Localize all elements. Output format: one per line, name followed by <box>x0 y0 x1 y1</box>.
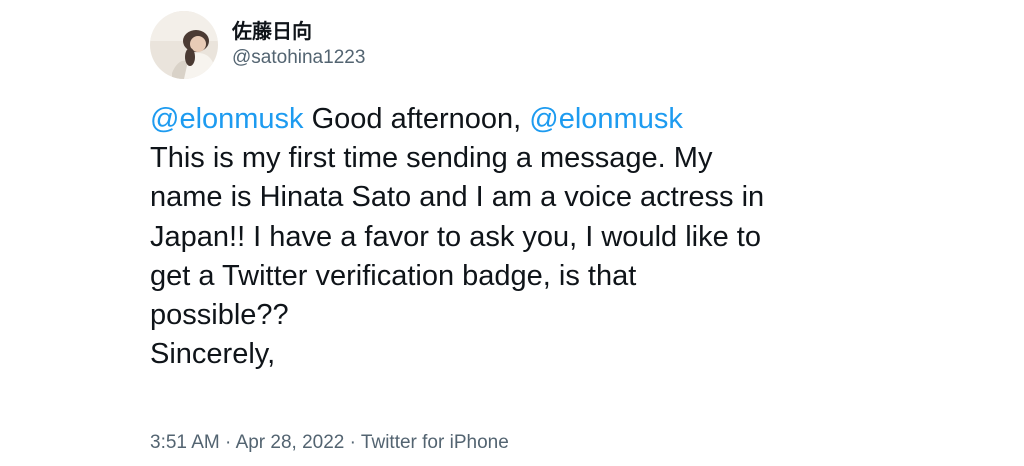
tweet-line: Japan!! I have a favor to ask you, I wou… <box>150 220 761 253</box>
tweet-line: This is my first time sending a message.… <box>150 142 713 175</box>
mention-link[interactable]: @elonmusk <box>150 103 304 135</box>
meta-separator: · <box>219 432 236 453</box>
avatar[interactable] <box>150 11 218 79</box>
tweet-line: get a Twitter verification badge, is tha… <box>150 259 637 292</box>
display-name[interactable]: 佐藤日向 <box>232 19 365 45</box>
tweet-line: possible?? <box>150 299 289 332</box>
author-names: 佐藤日向 @satohina1223 <box>232 19 365 71</box>
avatar-image <box>150 11 218 79</box>
tweet: 佐藤日向 @satohina1223 @elonmusk Good aftern… <box>0 0 1024 466</box>
tweet-text-segment: Good afternoon, <box>303 103 530 135</box>
tweet-time[interactable]: 3:51 AM <box>150 432 220 453</box>
mention-link[interactable]: @elonmusk <box>529 103 683 135</box>
tweet-meta: 3:51 AM · Apr 28, 2022 · Twitter for iPh… <box>150 430 509 456</box>
tweet-author: 佐藤日向 @satohina1223 <box>150 10 365 80</box>
tweet-line: name is Hinata Sato and I am a voice act… <box>150 181 765 214</box>
meta-separator: · <box>344 432 361 453</box>
handle[interactable]: @satohina1223 <box>232 45 365 71</box>
tweet-line: Sincerely, <box>150 338 276 371</box>
tweet-source[interactable]: Twitter for iPhone <box>361 432 509 453</box>
tweet-line-1: @elonmusk Good afternoon, @elonmusk <box>150 100 890 139</box>
tweet-text: @elonmusk Good afternoon, @elonmusk This… <box>150 100 890 374</box>
tweet-date[interactable]: Apr 28, 2022 <box>236 432 345 453</box>
